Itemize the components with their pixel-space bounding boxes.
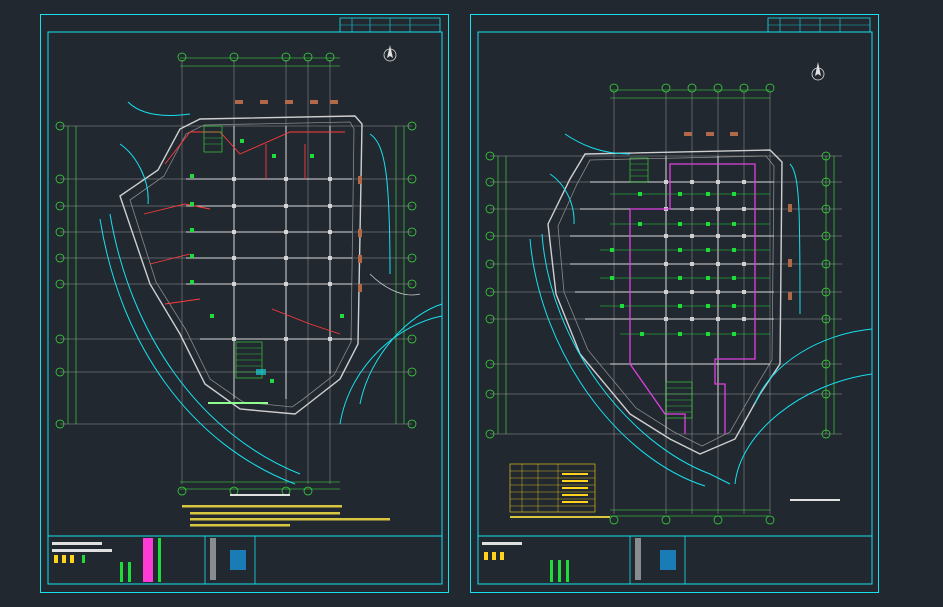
legend-table	[509, 463, 596, 513]
right-plan-svg	[470, 14, 879, 593]
north-arrow-icon	[383, 45, 397, 62]
drawing-sheet-left[interactable]	[40, 14, 450, 594]
drawing-sheet-right[interactable]	[470, 14, 880, 594]
north-arrow-icon	[811, 62, 825, 81]
left-plan-svg	[40, 14, 449, 593]
